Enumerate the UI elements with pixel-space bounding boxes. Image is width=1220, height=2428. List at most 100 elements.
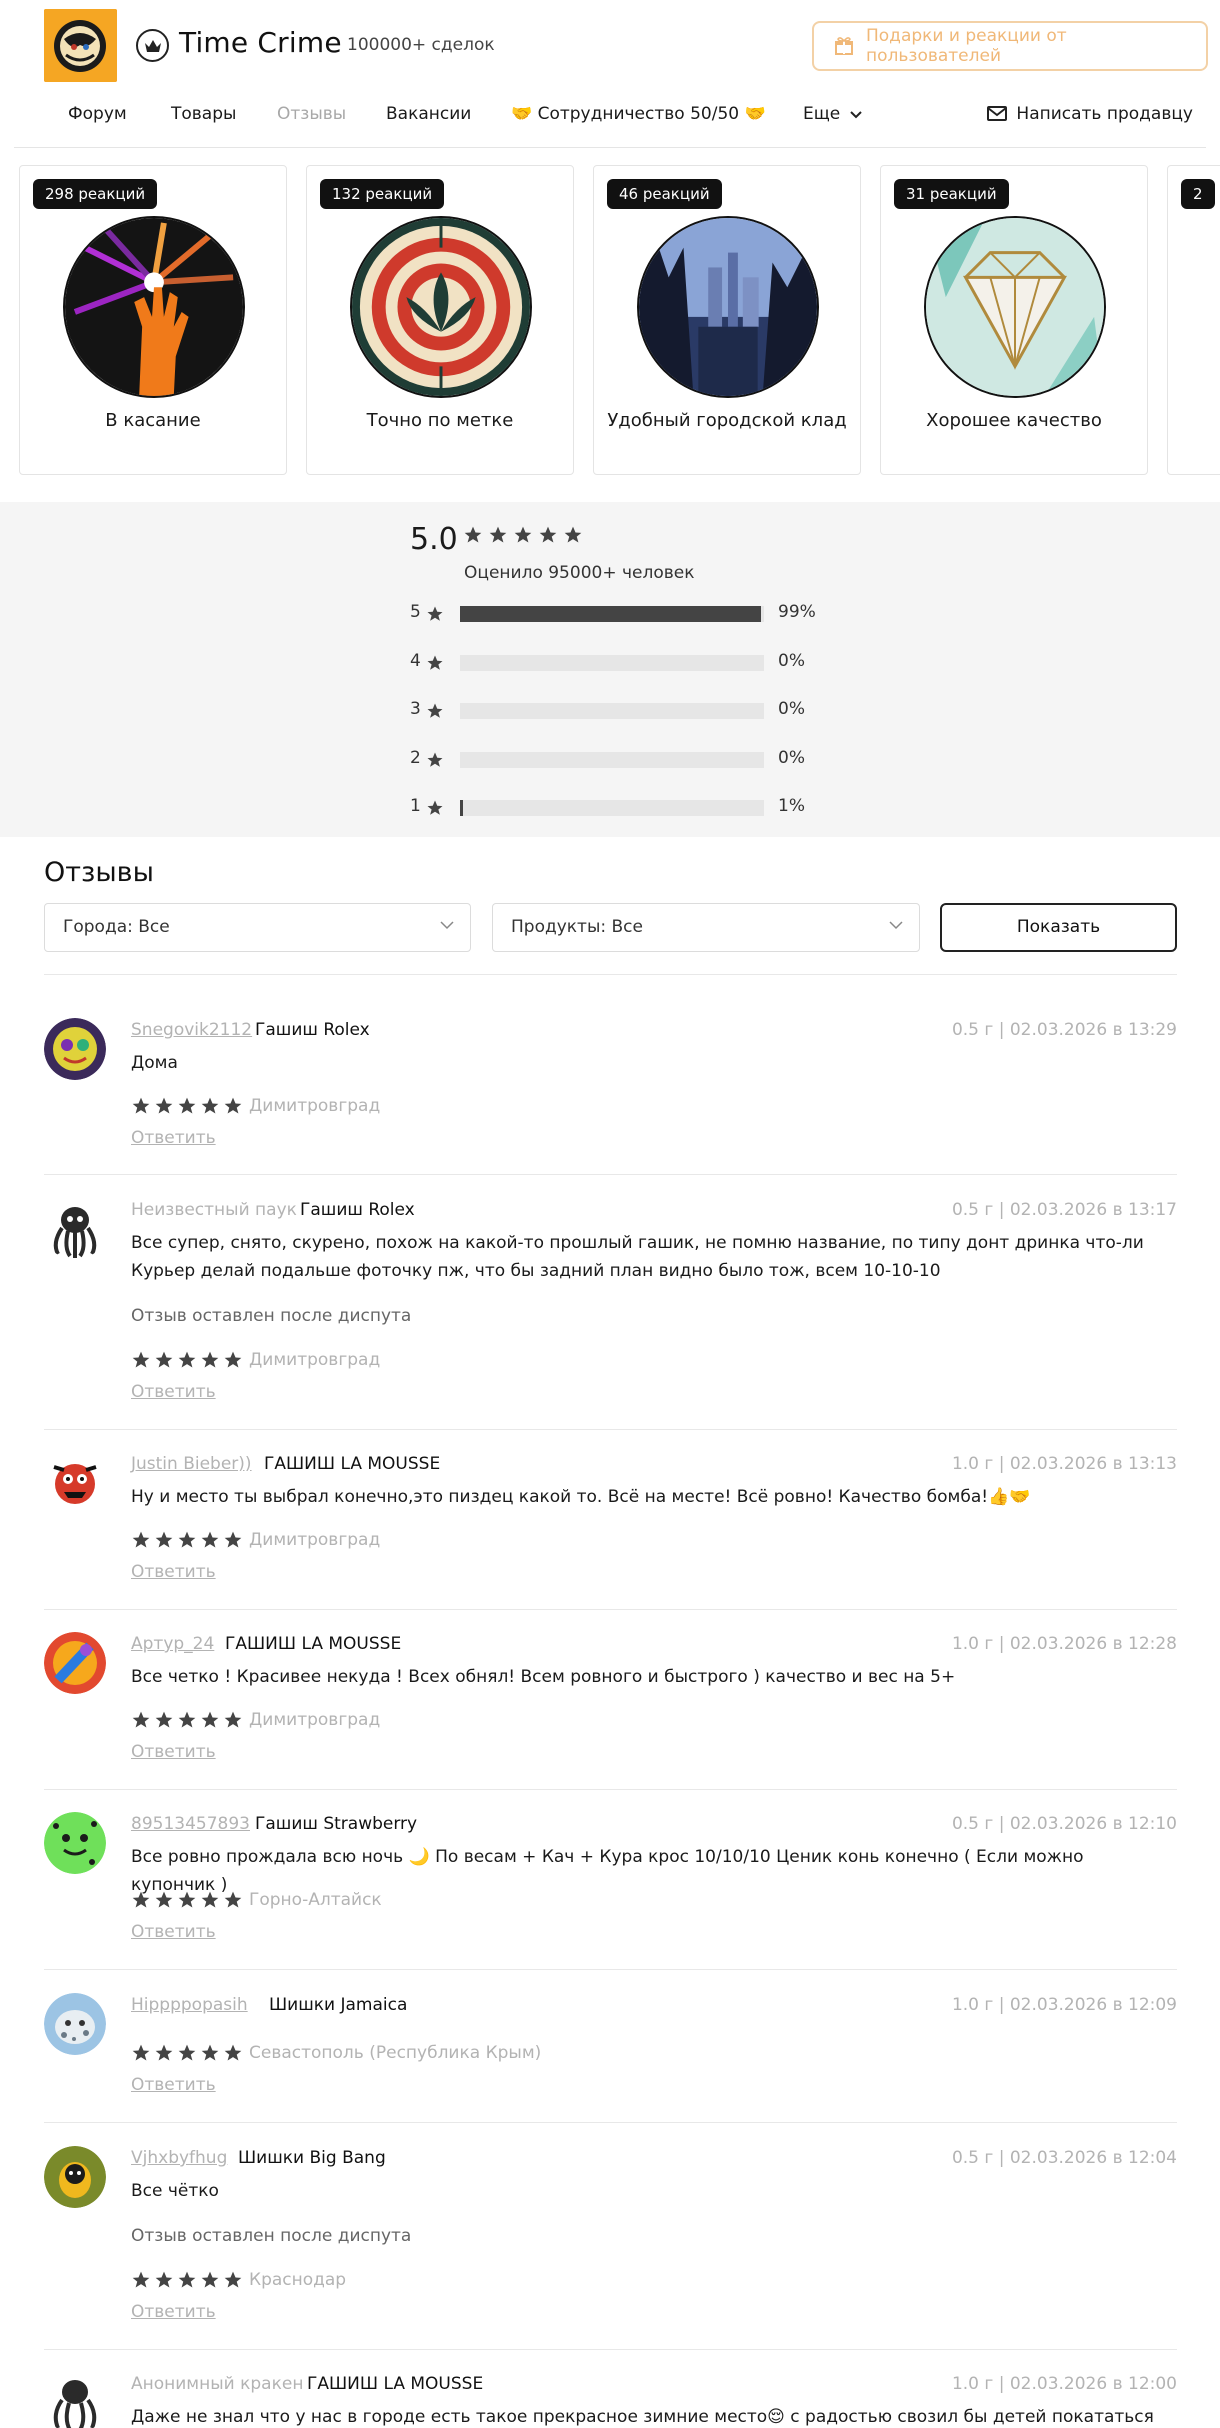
rating-row[interactable]: 2 0%: [410, 748, 830, 772]
mail-icon: [987, 106, 1007, 121]
rating-row-stars: 3: [410, 699, 421, 719]
review-city: Горно-Алтайск: [249, 1890, 382, 1910]
review-text: Даже не знал что у нас в городе есть так…: [131, 2407, 1154, 2427]
review-author[interactable]: Артур_24: [131, 1634, 214, 1654]
reaction-card[interactable]: 31 реакций Хорошее качество: [880, 165, 1148, 475]
nav-products[interactable]: Товары: [171, 104, 236, 124]
review-author[interactable]: Hippppopasih: [131, 1995, 248, 2015]
message-seller-link[interactable]: Написать продавцу: [987, 104, 1193, 124]
avatar[interactable]: [44, 1018, 106, 1080]
star-icon: [427, 752, 443, 767]
reaction-image: [637, 216, 819, 398]
star-icon: [427, 655, 443, 670]
star-icon: [201, 1097, 219, 1114]
avatar[interactable]: [44, 1198, 106, 1260]
product-filter-value: Продукты: Все: [511, 917, 643, 937]
review-product: ГАШИШ LA MOUSSE: [307, 2374, 484, 2394]
show-button[interactable]: Показать: [940, 903, 1177, 952]
reaction-card[interactable]: 46 реакций Удобный городской клад: [593, 165, 861, 475]
reply-link[interactable]: Ответить: [131, 1562, 216, 1582]
gifts-reactions-label: Подарки и реакции от пользователей: [866, 26, 1067, 66]
review-author[interactable]: 89513457893: [131, 1814, 250, 1834]
rating-bar: [460, 703, 764, 719]
star-icon: [201, 1531, 219, 1548]
average-stars: [463, 525, 583, 545]
nav-divider: [14, 147, 1206, 148]
shop-logo[interactable]: [44, 9, 117, 82]
nav-reviews[interactable]: Отзывы: [277, 104, 346, 124]
city-filter-value: Города: Все: [63, 917, 170, 937]
star-icon: [427, 703, 443, 718]
reaction-card[interactable]: 132 реакций Точно по метке: [306, 165, 574, 475]
star-icon: [539, 526, 557, 543]
star-icon: [201, 2044, 219, 2061]
reaction-title: Удобный городской клад: [607, 410, 847, 431]
review-text: Все супер, снято, скурено, похож на како…: [131, 1233, 1144, 1281]
review-author[interactable]: Snegovik2112: [131, 1020, 252, 1040]
avatar[interactable]: [44, 1452, 106, 1514]
rating-row[interactable]: 3 0%: [410, 699, 830, 723]
reply-link[interactable]: Ответить: [131, 1742, 216, 1762]
review-stars: [131, 2043, 243, 2063]
review-product: ГАШИШ LA MOUSSE: [264, 1454, 441, 1474]
filter-divider: [44, 974, 1177, 975]
rating-row-percent: 99%: [778, 602, 816, 622]
review-stars: [131, 1096, 243, 1116]
avatar[interactable]: [44, 2372, 106, 2428]
avatar[interactable]: [44, 2146, 106, 2208]
rating-summary: 5.0 Оценило 95000+ человек 5 99% 4 0% 3 …: [0, 502, 1220, 837]
review-item: Justin Bieber)) ГАШИШ LA MOUSSE 1.0 г | …: [44, 1452, 1177, 1610]
nav-vacancies[interactable]: Вакансии: [386, 104, 471, 124]
city-filter-select[interactable]: Города: Все: [44, 903, 471, 952]
review-stars: [131, 1710, 243, 1730]
avatar[interactable]: [44, 1812, 106, 1874]
reaction-image: [350, 216, 532, 398]
review-author[interactable]: Justin Bieber)): [131, 1454, 252, 1474]
crown-icon: [136, 29, 169, 62]
reaction-card[interactable]: 298 реакций В касание: [19, 165, 287, 475]
reaction-card[interactable]: 2: [1167, 165, 1220, 475]
star-icon: [201, 1711, 219, 1728]
reply-link[interactable]: Ответить: [131, 1922, 216, 1942]
star-icon: [155, 1097, 173, 1114]
star-icon: [132, 1891, 150, 1908]
review-meta: 1.0 г | 02.03.2026 в 12:09: [951, 1995, 1177, 2015]
reply-link[interactable]: Ответить: [131, 1382, 216, 1402]
star-icon: [564, 526, 582, 543]
reply-link[interactable]: Ответить: [131, 2075, 216, 2095]
star-icon: [132, 1097, 150, 1114]
star-icon: [155, 1711, 173, 1728]
reply-link[interactable]: Ответить: [131, 1128, 216, 1148]
nav-cooperation[interactable]: 🤝 Сотрудничество 50/50 🤝: [511, 104, 766, 124]
review-item: Артур_24 ГАШИШ LA MOUSSE 1.0 г | 02.03.2…: [44, 1632, 1177, 1790]
review-text: Все четко ! Красивее некуда ! Всех обнял…: [131, 1667, 956, 1687]
review-city: Димитровград: [249, 1350, 381, 1370]
gifts-reactions-button[interactable]: Подарки и реакции от пользователей: [812, 21, 1208, 71]
product-filter-select[interactable]: Продукты: Все: [492, 903, 920, 952]
review-city: Димитровград: [249, 1096, 381, 1116]
nav-more-label: Еще: [803, 104, 841, 124]
avatar[interactable]: [44, 1632, 106, 1694]
review-author[interactable]: Анонимный кракен: [131, 2374, 303, 2394]
review-author[interactable]: Неизвестный паук: [131, 1200, 297, 1220]
nav-forum[interactable]: Форум: [68, 104, 127, 124]
star-icon: [178, 1097, 196, 1114]
rating-row[interactable]: 4 0%: [410, 651, 830, 675]
star-icon: [178, 1711, 196, 1728]
rated-by-count: Оценило 95000+ человек: [464, 563, 695, 583]
chevron-down-icon: [849, 111, 862, 119]
star-icon: [155, 1891, 173, 1908]
review-author[interactable]: Vjhxbyfhug: [131, 2148, 227, 2168]
star-icon: [178, 2044, 196, 2061]
rating-bar: [460, 800, 764, 816]
avatar[interactable]: [44, 1993, 106, 2055]
nav-more[interactable]: Еще: [803, 104, 862, 124]
review-meta: 0.5 г | 02.03.2026 в 13:17: [951, 1200, 1177, 1220]
rating-row[interactable]: 1 1%: [410, 796, 830, 820]
star-icon: [132, 2044, 150, 2061]
reply-link[interactable]: Ответить: [131, 2302, 216, 2322]
rating-row-stars: 5: [410, 602, 421, 622]
reaction-count-badge: 132 реакций: [320, 179, 445, 209]
rating-row[interactable]: 5 99%: [410, 602, 830, 626]
reaction-count-badge: 46 реакций: [607, 179, 722, 209]
